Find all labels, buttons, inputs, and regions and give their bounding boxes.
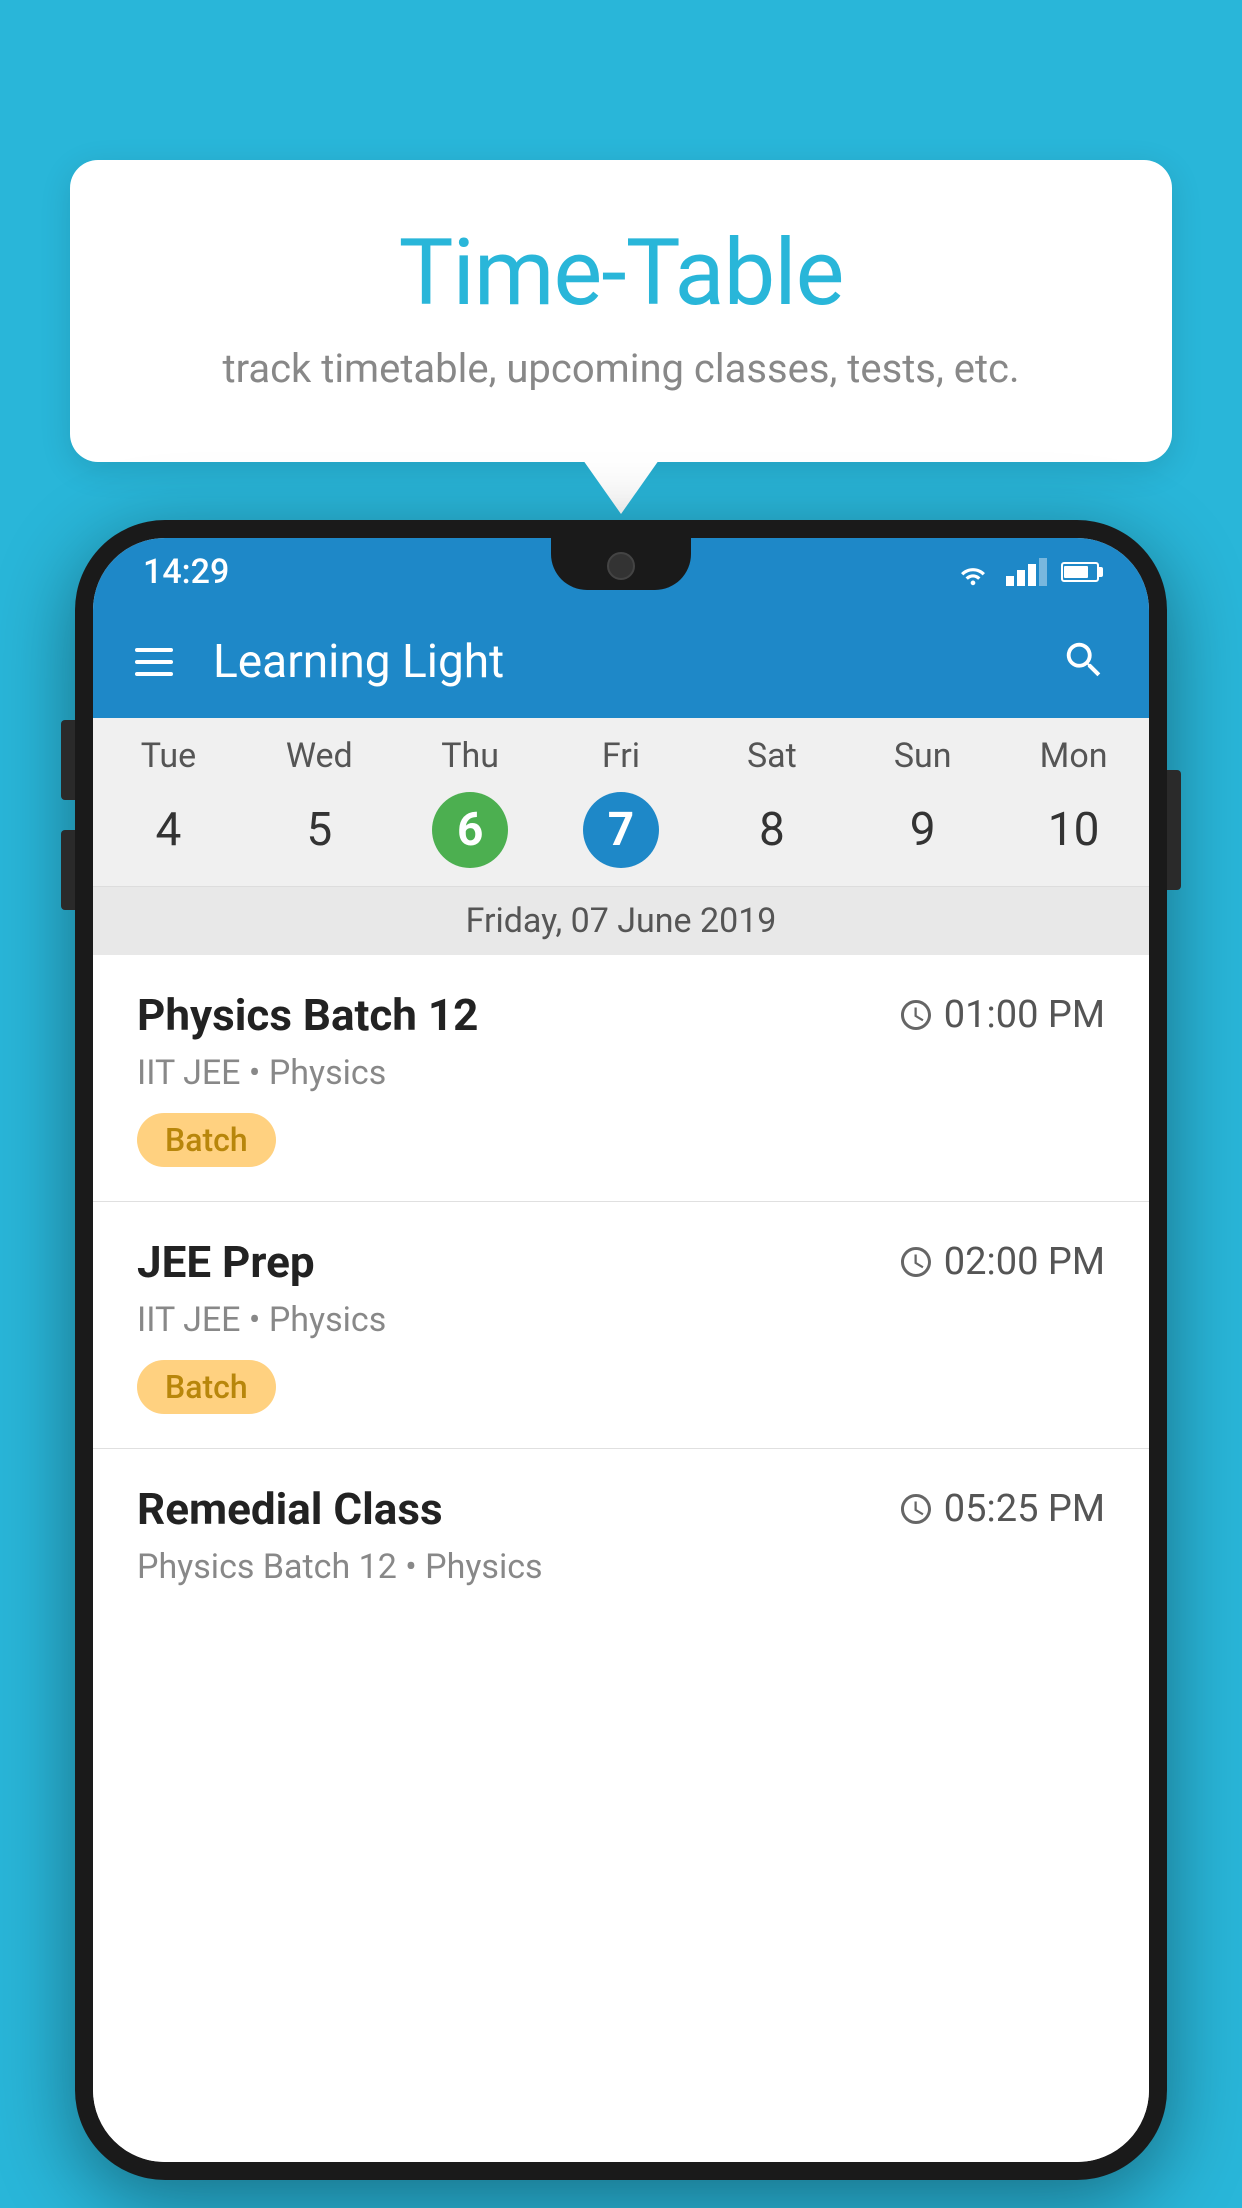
clock-icon-3 <box>898 1491 934 1527</box>
day-circle-green: 6 <box>432 792 508 868</box>
schedule-item-header-1: Physics Batch 12 01:00 PM <box>137 989 1105 1041</box>
day-name-sat: Sat <box>696 736 847 776</box>
phone-camera <box>607 552 635 580</box>
app-title: Learning Light <box>213 635 1061 689</box>
schedule-time-1: 01:00 PM <box>898 993 1105 1037</box>
schedule-item-header-3: Remedial Class 05:25 PM <box>137 1483 1105 1535</box>
schedule-time-text-1: 01:00 PM <box>944 993 1105 1037</box>
schedule-title-1: Physics Batch 12 <box>137 989 478 1041</box>
day-name-wed: Wed <box>244 736 395 776</box>
phone-frame: 14:29 <box>75 520 1167 2180</box>
day-name-sun: Sun <box>847 736 998 776</box>
schedule-item-2[interactable]: JEE Prep 02:00 PM IIT JEE • Physics Batc… <box>93 1202 1149 1449</box>
day-names-row: Tue Wed Thu Fri Sat Sun Mon <box>93 718 1149 784</box>
day-6[interactable]: 6 <box>395 792 546 868</box>
search-icon[interactable] <box>1061 637 1107 687</box>
schedule-time-2: 02:00 PM <box>898 1240 1105 1284</box>
status-time: 14:29 <box>143 552 229 592</box>
day-4[interactable]: 4 <box>93 803 244 857</box>
schedule-item-1[interactable]: Physics Batch 12 01:00 PM IIT JEE • Phys… <box>93 955 1149 1202</box>
schedule-subtitle-2: IIT JEE • Physics <box>137 1300 1105 1340</box>
volume-up-button <box>61 720 75 800</box>
menu-icon[interactable] <box>135 648 173 676</box>
volume-down-button <box>61 830 75 910</box>
schedule-subtitle-3: Physics Batch 12 • Physics <box>137 1547 1105 1587</box>
schedule-item-header-2: JEE Prep 02:00 PM <box>137 1236 1105 1288</box>
day-name-tue: Tue <box>93 736 244 776</box>
clock-icon-1 <box>898 997 934 1033</box>
wifi-icon <box>954 558 992 586</box>
app-bar: Learning Light <box>93 606 1149 718</box>
day-8[interactable]: 8 <box>696 803 847 857</box>
day-5[interactable]: 5 <box>244 803 395 857</box>
day-circle-blue: 7 <box>583 792 659 868</box>
schedule-time-3: 05:25 PM <box>898 1487 1105 1531</box>
schedule-list: Physics Batch 12 01:00 PM IIT JEE • Phys… <box>93 955 1149 2162</box>
phone-notch <box>551 538 691 590</box>
calendar-section: Tue Wed Thu Fri Sat Sun Mon 4 5 <box>93 718 1149 955</box>
schedule-subtitle-1: IIT JEE • Physics <box>137 1053 1105 1093</box>
day-9[interactable]: 9 <box>847 803 998 857</box>
tooltip-subtitle: track timetable, upcoming classes, tests… <box>150 345 1092 392</box>
selected-date: Friday, 07 June 2019 <box>93 886 1149 955</box>
schedule-badge-1: Batch <box>137 1113 276 1167</box>
schedule-time-text-3: 05:25 PM <box>944 1487 1105 1531</box>
status-icons <box>954 558 1099 586</box>
power-button <box>1167 770 1181 890</box>
day-10[interactable]: 10 <box>998 803 1149 857</box>
schedule-badge-2: Batch <box>137 1360 276 1414</box>
day-name-fri: Fri <box>546 736 697 776</box>
schedule-time-text-2: 02:00 PM <box>944 1240 1105 1284</box>
tooltip-card: Time-Table track timetable, upcoming cla… <box>70 160 1172 462</box>
schedule-title-3: Remedial Class <box>137 1483 443 1535</box>
tooltip-title: Time-Table <box>150 220 1092 327</box>
clock-icon-2 <box>898 1244 934 1280</box>
schedule-title-2: JEE Prep <box>137 1236 315 1288</box>
day-name-mon: Mon <box>998 736 1149 776</box>
day-name-thu: Thu <box>395 736 546 776</box>
battery-icon <box>1061 562 1099 582</box>
phone-container: 14:29 <box>75 520 1167 2208</box>
day-numbers-row: 4 5 6 7 <box>93 784 1149 886</box>
day-7[interactable]: 7 <box>546 792 697 868</box>
phone-screen: 14:29 <box>93 538 1149 2162</box>
signal-icon <box>1006 558 1047 586</box>
schedule-item-3[interactable]: Remedial Class 05:25 PM Physics Batch 12… <box>93 1449 1149 1641</box>
